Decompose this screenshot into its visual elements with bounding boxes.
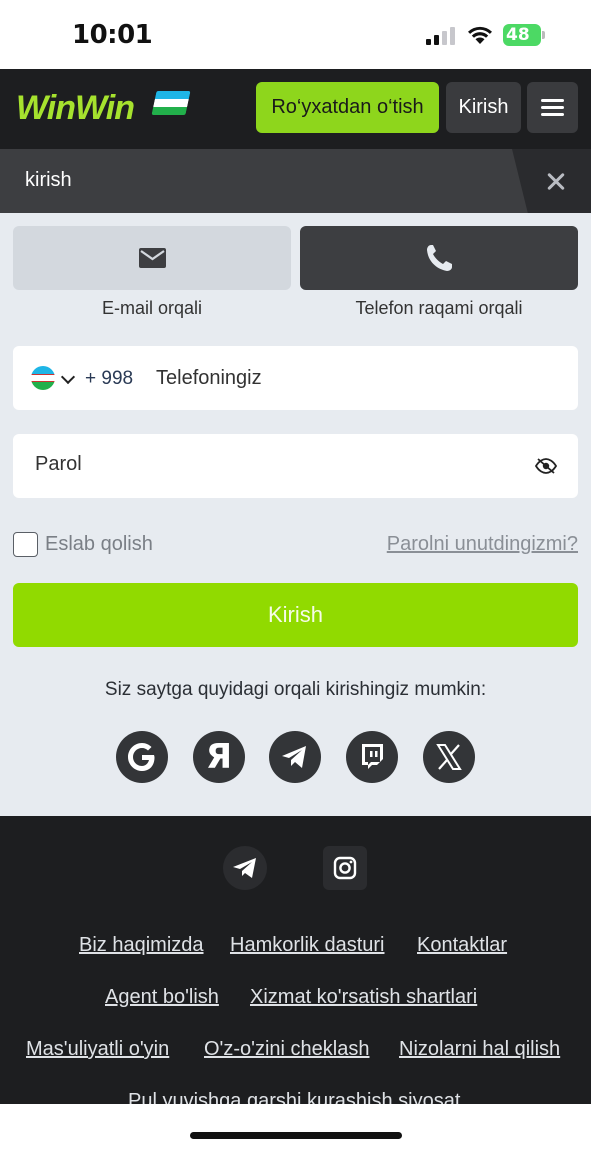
tab-email-login[interactable] (13, 226, 291, 290)
site-footer: Biz haqimizda Hamkorlik dasturi Kontaktl… (0, 816, 591, 1104)
login-submit-button[interactable]: Kirish (13, 583, 578, 647)
site-header: WinWin Ro‘yxatdan o‘tish Kirish (0, 69, 591, 149)
twitch-icon[interactable] (346, 731, 398, 783)
remember-checkbox[interactable] (13, 532, 38, 557)
battery-level: 48 (506, 25, 530, 45)
footer-link-about[interactable]: Biz haqimizda (79, 934, 204, 957)
register-button[interactable]: Ro‘yxatdan o‘tish (256, 82, 439, 133)
footer-link-dispute-resolution[interactable]: Nizolarni hal qilish (399, 1038, 560, 1061)
remember-label[interactable]: Eslab qolish (45, 533, 153, 556)
country-dial-code[interactable]: + 998 (85, 368, 133, 390)
login-modal-header: kirish (0, 149, 591, 213)
footer-link-aml-policy[interactable]: Pul yuvishga qarshi kurashish siyosat (128, 1090, 460, 1104)
home-indicator[interactable] (190, 1132, 402, 1139)
forgot-password-link[interactable]: Parolni unutdingizmi? (387, 533, 578, 556)
battery-icon: 48 (503, 24, 545, 46)
status-time: 10:01 (72, 20, 153, 50)
footer-link-terms[interactable]: Xizmat ko'rsatish shartlari (250, 986, 477, 1009)
uzbekistan-flag-icon (151, 91, 191, 115)
password-input[interactable]: Parol (35, 453, 82, 476)
password-field[interactable]: Parol (13, 434, 578, 498)
cellular-signal-icon (426, 27, 456, 45)
phone-input[interactable]: Telefoningiz (156, 367, 262, 390)
footer-link-self-exclusion[interactable]: O'z-o'zini cheklash (204, 1038, 369, 1061)
footer-link-responsible-gaming[interactable]: Mas'uliyatli o'yin (26, 1038, 169, 1061)
chevron-down-icon[interactable] (60, 369, 76, 385)
x-icon[interactable] (423, 731, 475, 783)
logo-text: WinWin (16, 89, 135, 127)
yandex-letter: Я (205, 737, 233, 777)
close-icon[interactable] (544, 170, 568, 194)
phone-icon (427, 245, 452, 271)
winwin-logo[interactable]: WinWin (16, 89, 191, 127)
envelope-icon (139, 248, 166, 268)
header-login-button[interactable]: Kirish (446, 82, 521, 133)
phone-field[interactable]: + 998 Telefoningiz (13, 346, 578, 410)
eye-slash-icon[interactable] (535, 457, 557, 475)
social-login-caption: Siz saytga quyidagi orqali kirishingiz m… (104, 679, 487, 700)
status-bar: 10:01 48 (0, 0, 591, 69)
tab-email-label: E-mail orqali (101, 298, 203, 318)
footer-link-agent[interactable]: Agent bo'lish (105, 986, 219, 1009)
yandex-icon[interactable]: Я (193, 731, 245, 783)
wifi-icon (468, 26, 492, 44)
footer-instagram-icon[interactable] (323, 846, 367, 890)
telegram-icon[interactable] (269, 731, 321, 783)
modal-title: kirish (25, 169, 72, 191)
google-icon[interactable] (116, 731, 168, 783)
uzbekistan-flag-icon (31, 366, 55, 390)
home-indicator-area (0, 1104, 591, 1150)
footer-telegram-icon[interactable] (223, 846, 267, 890)
tab-phone-label: Telefon raqami orqali (355, 298, 523, 318)
hamburger-menu-icon[interactable] (527, 82, 578, 133)
tab-phone-login[interactable] (300, 226, 578, 290)
footer-link-contacts[interactable]: Kontaktlar (417, 934, 507, 957)
footer-link-partnership[interactable]: Hamkorlik dasturi (230, 934, 384, 957)
